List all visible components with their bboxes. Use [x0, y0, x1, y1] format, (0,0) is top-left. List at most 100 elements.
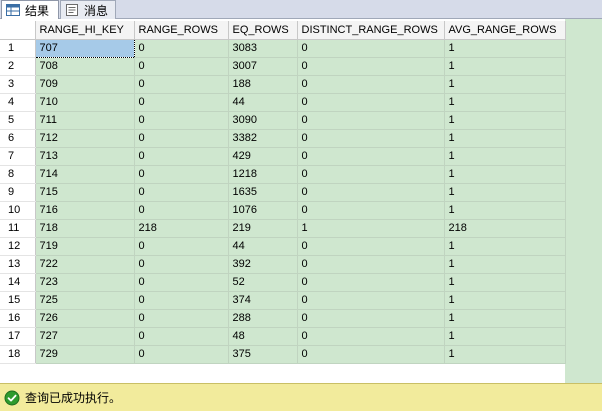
- table-row[interactable]: 12 719 0 44 0 1: [0, 237, 566, 256]
- row-number[interactable]: 5: [0, 111, 36, 130]
- table-row[interactable]: 1 707 0 3083 0 1: [0, 38, 566, 58]
- table-row[interactable]: 8 714 0 1218 0 1: [0, 165, 566, 184]
- cell-distinct-range-rows[interactable]: 0: [297, 291, 445, 310]
- cell-range-rows[interactable]: 0: [134, 93, 229, 112]
- cell-distinct-range-rows[interactable]: 0: [297, 75, 445, 94]
- column-header-avg-range-rows[interactable]: AVG_RANGE_ROWS: [444, 21, 566, 40]
- cell-avg-range-rows[interactable]: 1: [444, 183, 566, 202]
- row-number[interactable]: 1: [0, 39, 36, 58]
- cell-eq-rows[interactable]: 52: [228, 273, 298, 292]
- table-row[interactable]: 11 718 218 219 1 218: [0, 219, 566, 238]
- row-number[interactable]: 14: [0, 273, 36, 292]
- cell-eq-rows[interactable]: 44: [228, 237, 298, 256]
- cell-distinct-range-rows[interactable]: 0: [297, 327, 445, 346]
- cell-avg-range-rows[interactable]: 1: [444, 237, 566, 256]
- cell-range-rows[interactable]: 0: [134, 57, 229, 76]
- table-row[interactable]: 5 711 0 3090 0 1: [0, 111, 566, 130]
- cell-range-rows[interactable]: 0: [134, 165, 229, 184]
- cell-range-rows[interactable]: 0: [134, 147, 229, 166]
- cell-avg-range-rows[interactable]: 1: [444, 57, 566, 76]
- cell-distinct-range-rows[interactable]: 0: [297, 39, 445, 58]
- cell-eq-rows[interactable]: 48: [228, 327, 298, 346]
- table-row[interactable]: 7 713 0 429 0 1: [0, 147, 566, 166]
- cell-range-rows[interactable]: 0: [134, 129, 229, 148]
- cell-range-rows[interactable]: 0: [134, 39, 229, 58]
- cell-range-hi-key[interactable]: 725: [35, 291, 135, 310]
- cell-distinct-range-rows[interactable]: 0: [297, 111, 445, 130]
- cell-range-hi-key[interactable]: 711: [35, 111, 135, 130]
- cell-eq-rows[interactable]: 3083: [228, 39, 298, 58]
- cell-range-rows[interactable]: 0: [134, 237, 229, 256]
- cell-distinct-range-rows[interactable]: 1: [297, 219, 445, 238]
- cell-eq-rows[interactable]: 375: [228, 345, 298, 364]
- cell-range-hi-key[interactable]: 726: [35, 309, 135, 328]
- cell-distinct-range-rows[interactable]: 0: [297, 273, 445, 292]
- cell-avg-range-rows[interactable]: 218: [444, 219, 566, 238]
- cell-avg-range-rows[interactable]: 1: [444, 75, 566, 94]
- cell-range-rows[interactable]: 0: [134, 255, 229, 274]
- cell-avg-range-rows[interactable]: 1: [444, 201, 566, 220]
- row-number[interactable]: 15: [0, 291, 36, 310]
- table-row[interactable]: 17 727 0 48 0 1: [0, 327, 566, 346]
- table-row[interactable]: 10 716 0 1076 0 1: [0, 201, 566, 220]
- results-grid[interactable]: RANGE_HI_KEY RANGE_ROWS EQ_ROWS DISTINCT…: [0, 19, 602, 383]
- row-number[interactable]: 18: [0, 345, 36, 364]
- cell-distinct-range-rows[interactable]: 0: [297, 255, 445, 274]
- cell-range-hi-key[interactable]: 712: [35, 129, 135, 148]
- cell-range-hi-key[interactable]: 723: [35, 273, 135, 292]
- cell-range-rows[interactable]: 0: [134, 291, 229, 310]
- cell-range-rows[interactable]: 0: [134, 75, 229, 94]
- cell-eq-rows[interactable]: 429: [228, 147, 298, 166]
- cell-avg-range-rows[interactable]: 1: [444, 165, 566, 184]
- cell-eq-rows[interactable]: 288: [228, 309, 298, 328]
- cell-avg-range-rows[interactable]: 1: [444, 255, 566, 274]
- row-number[interactable]: 11: [0, 219, 36, 238]
- row-number[interactable]: 4: [0, 93, 36, 112]
- cell-avg-range-rows[interactable]: 1: [444, 129, 566, 148]
- cell-avg-range-rows[interactable]: 1: [444, 39, 566, 58]
- table-row[interactable]: 4 710 0 44 0 1: [0, 93, 566, 112]
- cell-range-hi-key[interactable]: 707: [34, 38, 135, 58]
- cell-range-hi-key[interactable]: 713: [35, 147, 135, 166]
- cell-range-hi-key[interactable]: 710: [35, 93, 135, 112]
- cell-avg-range-rows[interactable]: 1: [444, 345, 566, 364]
- tab-results[interactable]: 结果: [1, 0, 59, 19]
- row-number[interactable]: 9: [0, 183, 36, 202]
- row-number[interactable]: 17: [0, 327, 36, 346]
- cell-distinct-range-rows[interactable]: 0: [297, 129, 445, 148]
- row-number[interactable]: 13: [0, 255, 36, 274]
- cell-distinct-range-rows[interactable]: 0: [297, 165, 445, 184]
- cell-distinct-range-rows[interactable]: 0: [297, 183, 445, 202]
- cell-distinct-range-rows[interactable]: 0: [297, 147, 445, 166]
- cell-distinct-range-rows[interactable]: 0: [297, 201, 445, 220]
- cell-eq-rows[interactable]: 3090: [228, 111, 298, 130]
- cell-range-hi-key[interactable]: 719: [35, 237, 135, 256]
- cell-avg-range-rows[interactable]: 1: [444, 111, 566, 130]
- cell-range-hi-key[interactable]: 716: [35, 201, 135, 220]
- cell-avg-range-rows[interactable]: 1: [444, 93, 566, 112]
- cell-eq-rows[interactable]: 44: [228, 93, 298, 112]
- table-row[interactable]: 15 725 0 374 0 1: [0, 291, 566, 310]
- cell-range-rows[interactable]: 0: [134, 273, 229, 292]
- cell-distinct-range-rows[interactable]: 0: [297, 309, 445, 328]
- cell-avg-range-rows[interactable]: 1: [444, 273, 566, 292]
- cell-eq-rows[interactable]: 3007: [228, 57, 298, 76]
- table-row[interactable]: 3 709 0 188 0 1: [0, 75, 566, 94]
- cell-range-rows[interactable]: 0: [134, 345, 229, 364]
- table-row[interactable]: 2 708 0 3007 0 1: [0, 57, 566, 76]
- cell-range-hi-key[interactable]: 708: [35, 57, 135, 76]
- cell-range-rows[interactable]: 0: [134, 327, 229, 346]
- row-number[interactable]: 16: [0, 309, 36, 328]
- table-row[interactable]: 9 715 0 1635 0 1: [0, 183, 566, 202]
- cell-avg-range-rows[interactable]: 1: [444, 291, 566, 310]
- cell-distinct-range-rows[interactable]: 0: [297, 345, 445, 364]
- cell-range-hi-key[interactable]: 722: [35, 255, 135, 274]
- cell-eq-rows[interactable]: 3382: [228, 129, 298, 148]
- table-row[interactable]: 6 712 0 3382 0 1: [0, 129, 566, 148]
- cell-eq-rows[interactable]: 219: [228, 219, 298, 238]
- cell-distinct-range-rows[interactable]: 0: [297, 57, 445, 76]
- cell-range-hi-key[interactable]: 715: [35, 183, 135, 202]
- cell-avg-range-rows[interactable]: 1: [444, 309, 566, 328]
- row-number[interactable]: 6: [0, 129, 36, 148]
- column-header-distinct-range-rows[interactable]: DISTINCT_RANGE_ROWS: [297, 21, 445, 40]
